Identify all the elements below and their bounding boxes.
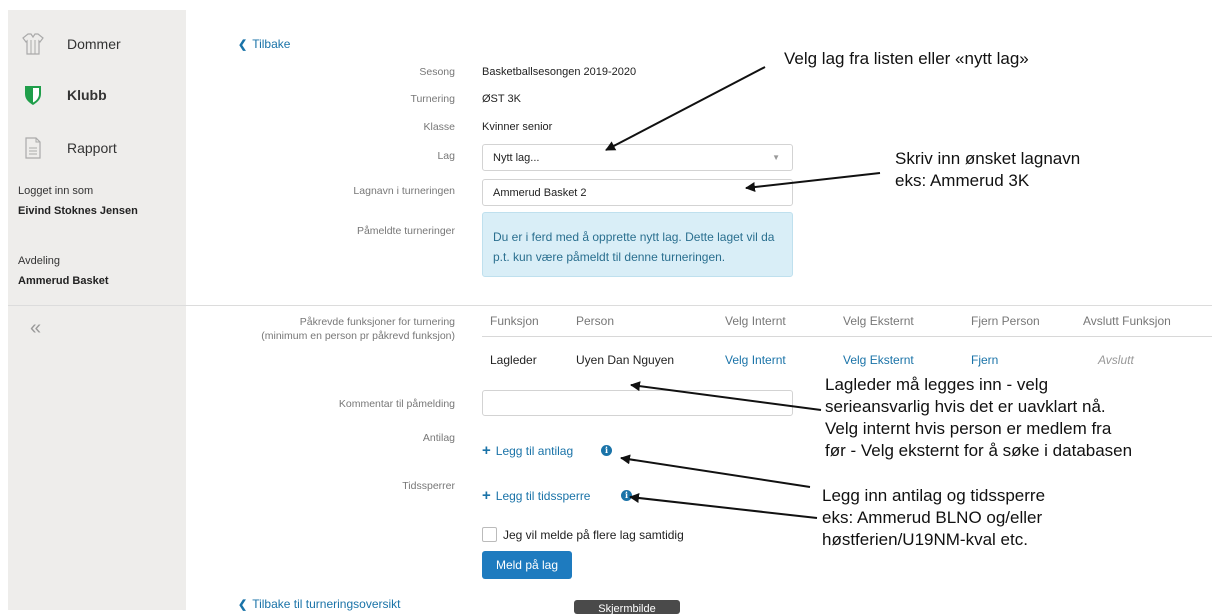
annotation-antilag: høstferien/U19NM-kval etc. <box>822 530 1028 549</box>
annotation-leader: serieansvarlig hvis det er uavklart nå. <box>825 397 1106 416</box>
annotation-leader: før - Velg eksternt for å søke i databas… <box>825 441 1133 460</box>
annotation-team-name: Skriv inn ønsket lagnavn <box>895 149 1081 168</box>
annotation-antilag: Legg inn antilag og tidssperre <box>822 486 1046 505</box>
arrow <box>745 172 881 192</box>
annotation-leader: Velg internt hvis person er medlem fra <box>825 419 1112 438</box>
annotation-antilag: eks: Ammerud BLNO og/eller <box>822 508 1043 527</box>
annotation-leader: Lagleder må legges inn - velg <box>825 375 1049 394</box>
arrow <box>605 66 766 151</box>
arrow <box>620 454 811 488</box>
arrow <box>630 381 822 411</box>
arrow <box>629 493 818 519</box>
annotation-select-team: Velg lag fra listen eller «nytt lag» <box>784 49 1029 68</box>
annotation-team-name: eks: Ammerud 3K <box>895 171 1030 190</box>
